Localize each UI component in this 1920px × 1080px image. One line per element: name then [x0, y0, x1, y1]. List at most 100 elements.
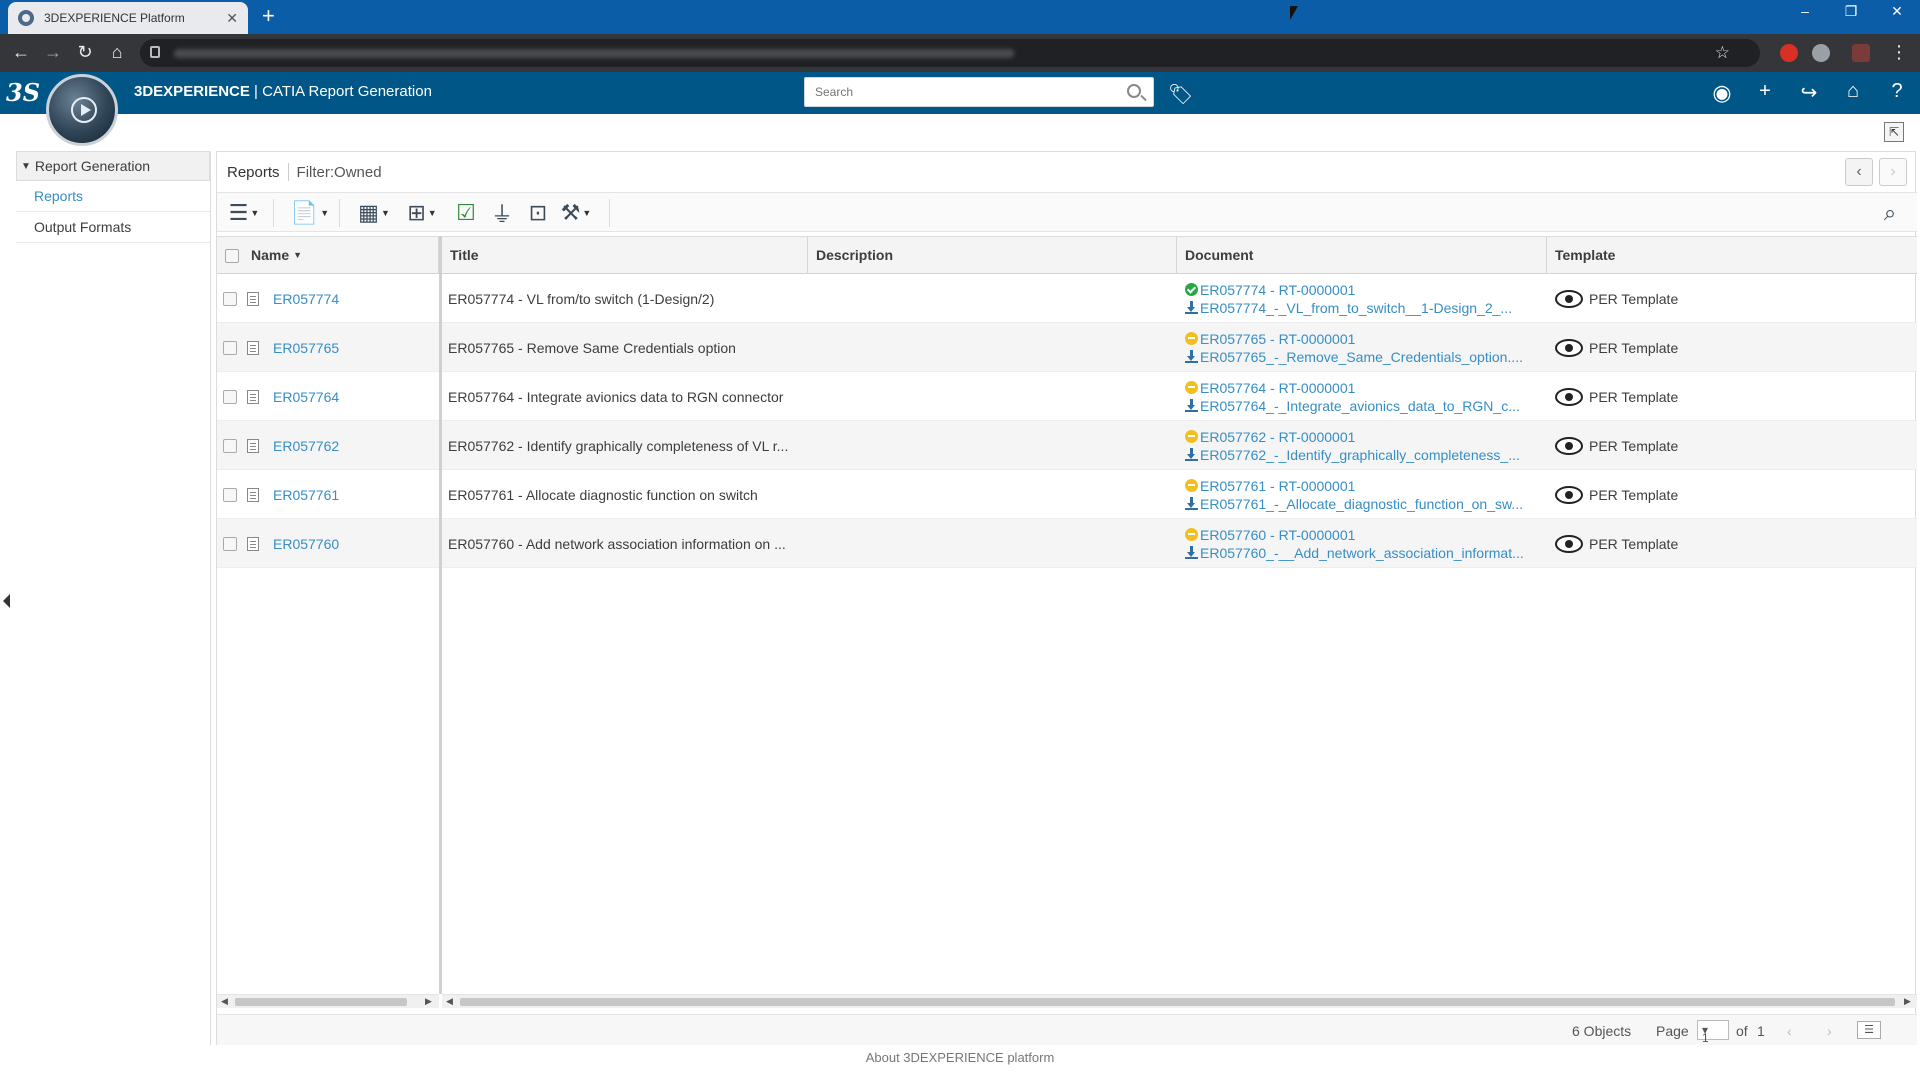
document-file-link[interactable]: ER057760_-__Add_network_association_info…	[1200, 544, 1524, 562]
report-name-link[interactable]: ER057762	[273, 438, 339, 454]
table-row[interactable]: ER057761 ER057761 - Allocate diagnostic f…	[217, 470, 1917, 519]
about-platform-link[interactable]: About 3DEXPERIENCE platform	[0, 1050, 1920, 1065]
pin-panel-icon[interactable]: ⇱	[1884, 122, 1904, 142]
column-header-name[interactable]: Name ▼	[217, 237, 439, 274]
row-checkbox[interactable]	[223, 536, 237, 551]
main-horizontal-scrollbar[interactable]: ◀ ▶	[442, 994, 1917, 1008]
next-page-button[interactable]: ›	[1879, 158, 1907, 186]
page-select[interactable]: 1 ▾	[1697, 1020, 1729, 1045]
bookmark-star-icon[interactable]: ☆	[1715, 43, 1730, 63]
table-row[interactable]: ER057762 ER057762 - Identify graphically …	[217, 421, 1917, 470]
home-icon[interactable]: ⌂	[106, 43, 128, 61]
minimize-button[interactable]: –	[1790, 3, 1820, 19]
table-row[interactable]: ER057765 ER057765 - Remove Same Credentia…	[217, 323, 1917, 372]
preview-eye-icon[interactable]	[1555, 338, 1583, 357]
nav-item-output-formats[interactable]: Output Formats	[16, 212, 210, 243]
browser-tab[interactable]: 3DEXPERIENCE Platform ✕	[8, 2, 248, 34]
help-icon[interactable]: ?	[1884, 80, 1910, 103]
column-header-title[interactable]: Title	[442, 237, 808, 274]
download-icon[interactable]	[1185, 350, 1198, 363]
view-mode-icon[interactable]: ⊞ ▼	[401, 199, 443, 227]
tools-icon[interactable]: ⚒ ▼	[555, 199, 597, 227]
add-icon[interactable]: +	[1752, 80, 1778, 103]
document-reference-link[interactable]: ER057765 - RT-0000001	[1200, 330, 1355, 348]
download-icon[interactable]	[1185, 399, 1198, 412]
search-box[interactable]	[804, 77, 1154, 107]
fit-columns-icon[interactable]: ⊡	[517, 199, 559, 227]
report-name-link[interactable]: ER057764	[273, 389, 339, 405]
menu-icon[interactable]: ☰ ▼	[223, 199, 265, 227]
window-close-button[interactable]: ✕	[1882, 3, 1912, 20]
create-document-icon[interactable]: 📄 ▼	[289, 199, 331, 227]
document-file-link[interactable]: ER057761_-_Allocate_diagnostic_function_…	[1200, 495, 1523, 513]
preview-eye-icon[interactable]	[1555, 534, 1583, 553]
extension-icon[interactable]	[1812, 44, 1830, 62]
nav-item-reports[interactable]: Reports	[16, 181, 210, 212]
download-icon[interactable]	[1185, 301, 1198, 314]
preview-eye-icon[interactable]	[1555, 289, 1583, 308]
search-input[interactable]	[805, 78, 1105, 106]
table-row[interactable]: ER057774 ER057774 - VL from/to switch (1-…	[217, 274, 1917, 323]
user-profile-icon[interactable]: ◉	[1709, 80, 1735, 106]
report-name-link[interactable]: ER057765	[273, 340, 339, 356]
select-all-checkbox[interactable]	[225, 248, 239, 263]
report-name-link[interactable]: ER057761	[273, 487, 339, 503]
row-checkbox[interactable]	[223, 438, 237, 453]
search-icon[interactable]	[1127, 84, 1141, 98]
table-row[interactable]: ER057764 ER057764 - Integrate avionics da…	[217, 372, 1917, 421]
scrollbar-thumb[interactable]	[460, 998, 1895, 1006]
document-file-link[interactable]: ER057765_-_Remove_Same_Credentials_optio…	[1200, 348, 1523, 366]
caret-down-icon[interactable]: ▼	[21, 161, 31, 172]
document-file-link[interactable]: ER057762_-_Identify_graphically_complete…	[1200, 446, 1520, 464]
row-checkbox[interactable]	[223, 340, 237, 355]
document-file-link[interactable]: ER057764_-_Integrate_avionics_data_to_RG…	[1200, 397, 1520, 415]
report-name-link[interactable]: ER057760	[273, 536, 339, 552]
scroll-left-icon[interactable]: ◀	[446, 996, 453, 1007]
scroll-left-icon[interactable]: ◀	[221, 996, 228, 1007]
search-in-table-icon[interactable]: ⌕	[1869, 199, 1911, 227]
preview-eye-icon[interactable]	[1555, 436, 1583, 455]
table-row[interactable]: ER057760 ER057760 - Add network associati…	[217, 519, 1917, 568]
document-reference-link[interactable]: ER057760 - RT-0000001	[1200, 526, 1355, 544]
row-checkbox[interactable]	[223, 291, 237, 306]
tab-close-icon[interactable]: ✕	[226, 10, 238, 27]
preview-eye-icon[interactable]	[1555, 485, 1583, 504]
compass-play-icon[interactable]	[71, 97, 97, 123]
document-reference-link[interactable]: ER057764 - RT-0000001	[1200, 379, 1355, 397]
sort-desc-icon[interactable]: ▼	[293, 237, 302, 274]
scroll-right-icon[interactable]: ▶	[425, 996, 432, 1007]
column-header-description[interactable]: Description	[808, 237, 1177, 274]
frozen-column-splitter[interactable]	[439, 236, 442, 994]
compass-widget[interactable]	[46, 74, 118, 146]
scroll-right-icon[interactable]: ▶	[1904, 996, 1911, 1007]
prev-page-icon[interactable]: ‹	[1787, 1023, 1792, 1039]
back-icon[interactable]: ←	[10, 43, 32, 61]
restore-button[interactable]: ❐	[1836, 3, 1866, 20]
row-checkbox[interactable]	[223, 389, 237, 404]
document-reference-link[interactable]: ER057761 - RT-0000001	[1200, 477, 1355, 495]
previous-page-button[interactable]: ‹	[1845, 158, 1873, 186]
column-header-document[interactable]: Document	[1177, 237, 1547, 274]
nav-section-header[interactable]: ▼ Report Generation	[16, 151, 210, 181]
list-view-icon[interactable]: ☰	[1857, 1021, 1881, 1039]
download-icon[interactable]	[1185, 546, 1198, 559]
download-icon[interactable]	[1185, 497, 1198, 510]
report-name-link[interactable]: ER057774	[273, 291, 339, 307]
frozen-horizontal-scrollbar[interactable]: ◀ ▶	[217, 994, 439, 1008]
share-icon[interactable]: ↪	[1796, 80, 1822, 105]
forward-icon[interactable]: →	[42, 43, 64, 61]
new-tab-button[interactable]: +	[262, 4, 275, 28]
profile-avatar[interactable]	[1852, 44, 1870, 62]
next-page-icon[interactable]: ›	[1827, 1023, 1832, 1039]
tag-icon[interactable]: 🏷	[1168, 82, 1193, 107]
document-reference-link[interactable]: ER057762 - RT-0000001	[1200, 428, 1355, 446]
edit-table-icon[interactable]: ▦ ▼	[353, 199, 395, 227]
column-header-template[interactable]: Template	[1547, 237, 1917, 274]
scrollbar-thumb[interactable]	[235, 998, 407, 1006]
row-checkbox[interactable]	[223, 487, 237, 502]
document-file-link[interactable]: ER057774_-_VL_from_to_switch__1-Design_2…	[1200, 299, 1512, 317]
preview-eye-icon[interactable]	[1555, 387, 1583, 406]
address-bar[interactable]: ☆	[140, 39, 1760, 67]
collapse-panel-icon[interactable]	[3, 594, 10, 608]
browser-menu-icon[interactable]: ⋮	[1888, 43, 1910, 61]
